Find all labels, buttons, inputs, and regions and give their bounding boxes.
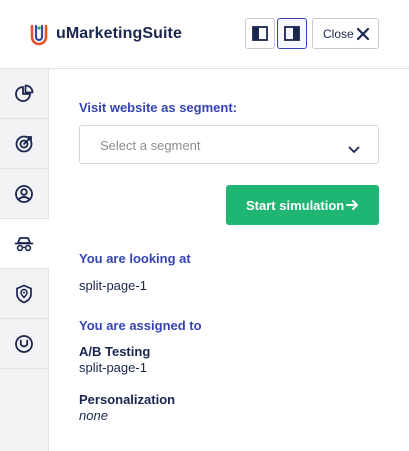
personalization-value: none xyxy=(79,408,108,423)
close-icon xyxy=(356,27,370,46)
start-simulation-label: Start simulation xyxy=(246,198,345,213)
looking-at-value: split-page-1 xyxy=(79,278,147,293)
segment-select[interactable]: Select a segment xyxy=(79,125,379,164)
simulation-panel: Visit website as segment: Select a segme… xyxy=(49,69,409,451)
dock-right-button[interactable] xyxy=(277,18,307,49)
start-simulation-button[interactable]: Start simulation xyxy=(226,185,379,225)
sidebar-item-profiles[interactable] xyxy=(0,169,48,219)
close-button[interactable]: Close xyxy=(312,18,379,49)
close-label: Close xyxy=(323,27,354,41)
arrow-right-icon xyxy=(346,198,359,216)
header-bar: uMarketingSuite Close xyxy=(0,0,409,69)
sidebar xyxy=(0,69,49,451)
umarketingsuite-logo-icon xyxy=(29,23,49,47)
sidebar-item-goals[interactable] xyxy=(0,119,48,169)
personalization-label: Personalization xyxy=(79,392,176,407)
looking-at-heading: You are looking at xyxy=(79,251,191,266)
segment-placeholder: Select a segment xyxy=(100,138,201,153)
ab-testing-value: split-page-1 xyxy=(79,360,147,375)
dock-left-button[interactable] xyxy=(245,18,275,49)
sidebar-item-simulation[interactable] xyxy=(0,219,49,269)
sidebar-item-umbraco[interactable] xyxy=(0,319,48,369)
chevron-down-icon xyxy=(348,141,360,159)
assigned-heading: You are assigned to xyxy=(79,318,202,333)
ab-testing-label: A/B Testing xyxy=(79,344,151,359)
segment-label: Visit website as segment: xyxy=(79,100,237,115)
app-title: uMarketingSuite xyxy=(56,25,182,42)
sidebar-item-analytics[interactable] xyxy=(0,69,48,119)
sidebar-item-privacy[interactable] xyxy=(0,269,48,319)
